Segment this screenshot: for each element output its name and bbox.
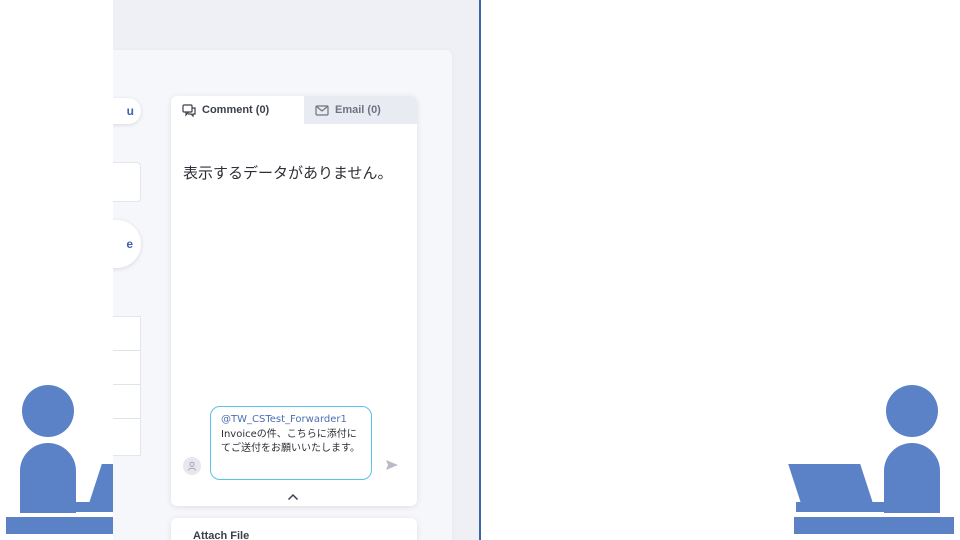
item-list [113,316,141,456]
empty-state-message: 表示するデータがありません。 [183,164,393,182]
attach-file-panel: Attach File [171,518,417,540]
tab-comment[interactable]: Comment (0) [171,96,304,124]
tab-email[interactable]: Email (0) [304,96,417,124]
send-button[interactable] [385,458,399,476]
user-illustration-right [788,380,960,540]
collapse-button[interactable] [287,488,299,506]
input-field[interactable] [113,162,141,202]
comment-icon [182,103,196,117]
menu-button[interactable]: u [113,98,141,124]
avatar [183,457,201,475]
chevron-up-icon [287,493,299,501]
app-screen: u e Comment (0) Email (0) 表示するデータがありません。… [113,0,481,540]
comment-panel: Comment (0) Email (0) 表示するデータがありません。 @TW [171,96,417,506]
send-icon [386,460,398,470]
tab-email-label: Email (0) [335,104,381,116]
comment-text: Invoiceの件、こちらに添付にてご送付をお願いいたします。 [221,428,360,455]
list-item[interactable] [113,351,140,385]
panel-tabs: Comment (0) Email (0) [171,96,417,124]
mention-text: @TW_CSTest_Forwarder1 [221,414,347,425]
user-icon [188,461,196,471]
tab-comment-label: Comment (0) [202,104,270,116]
list-item[interactable] [113,317,140,351]
comment-input[interactable]: @TW_CSTest_Forwarder1 Invoiceの件、こちらに添付にて… [210,406,372,480]
attach-file-title: Attach File [193,530,250,540]
mail-icon [315,104,329,116]
list-item[interactable] [113,385,140,419]
menu-button-label: u [126,104,134,118]
action-button-label: e [126,237,133,251]
